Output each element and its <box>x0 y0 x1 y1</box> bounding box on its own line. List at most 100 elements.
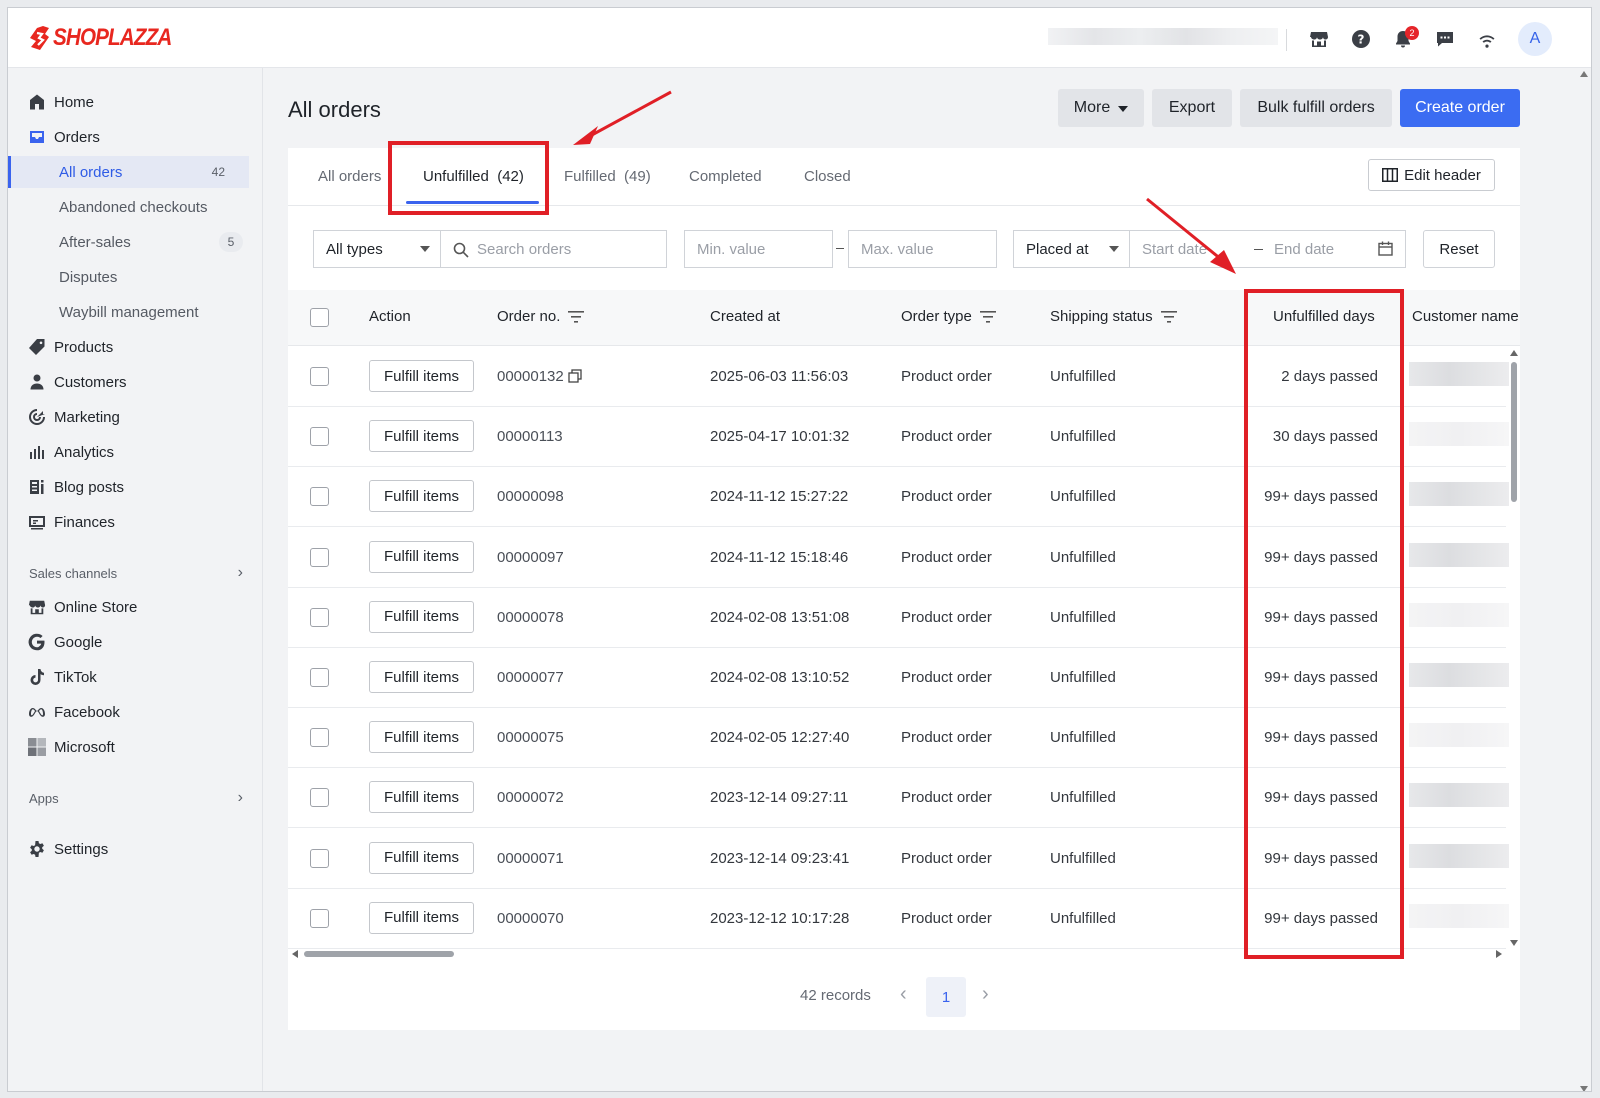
sidebar-item-after-sales[interactable]: After-sales 5 <box>8 226 263 258</box>
fulfill-items-button[interactable]: Fulfill items <box>369 721 474 754</box>
tab-unfulfilled[interactable]: Unfulfilled (42) <box>423 168 524 185</box>
sidebar-item-microsoft[interactable]: Microsoft <box>8 731 263 763</box>
user-icon <box>28 373 46 391</box>
sidebar-item-abandoned-checkouts[interactable]: Abandoned checkouts <box>8 191 263 223</box>
filter-icon[interactable] <box>979 310 996 323</box>
filter-icon[interactable] <box>1160 310 1177 323</box>
reset-button[interactable]: Reset <box>1423 230 1495 268</box>
more-button[interactable]: More <box>1058 89 1144 127</box>
avatar[interactable]: A <box>1518 22 1552 56</box>
scroll-up-arrow-icon[interactable] <box>1580 71 1588 77</box>
tab-fulfilled[interactable]: Fulfilled (49) <box>564 168 651 185</box>
sidebar-item-finances[interactable]: Finances <box>8 506 263 538</box>
column-header-order-type[interactable]: Order type <box>901 308 996 325</box>
bell-icon[interactable]: 2 <box>1382 23 1424 55</box>
row-checkbox[interactable] <box>310 427 329 447</box>
fulfill-items-button[interactable]: Fulfill items <box>369 600 474 633</box>
row-checkbox[interactable] <box>310 728 329 748</box>
scroll-right-arrow-icon[interactable] <box>1496 950 1502 958</box>
fulfill-items-button[interactable]: Fulfill items <box>369 661 474 693</box>
order-number-cell[interactable]: 00000078 <box>497 609 564 626</box>
create-order-button[interactable]: Create order <box>1400 89 1520 127</box>
edit-header-button[interactable]: Edit header <box>1368 159 1495 191</box>
order-number-cell[interactable]: 00000070 <box>497 910 564 927</box>
fulfill-items-button[interactable]: Fulfill items <box>369 781 474 814</box>
sidebar-item-marketing[interactable]: Marketing <box>8 401 263 433</box>
row-checkbox[interactable] <box>310 367 329 386</box>
sidebar-item-products[interactable]: Products <box>8 331 263 363</box>
row-checkbox[interactable] <box>310 668 329 687</box>
search-input[interactable]: Search orders <box>440 230 667 268</box>
export-button[interactable]: Export <box>1152 89 1232 127</box>
fulfill-items-button[interactable]: Fulfill items <box>369 360 474 392</box>
store-icon[interactable] <box>1298 23 1340 55</box>
sidebar-section-apps[interactable]: Apps › <box>29 789 243 807</box>
order-number-cell[interactable]: 00000077 <box>497 669 564 686</box>
scroll-up-arrow-icon[interactable] <box>1510 350 1518 356</box>
page-scrollbar[interactable] <box>1577 68 1591 1091</box>
order-type-select[interactable]: All types <box>313 230 441 268</box>
copy-icon[interactable] <box>568 369 582 383</box>
fulfill-items-button[interactable]: Fulfill items <box>369 540 474 573</box>
scrollbar-thumb[interactable] <box>1511 362 1517 502</box>
fulfill-items-button[interactable]: Fulfill items <box>369 841 474 874</box>
sidebar-item-all-orders[interactable]: All orders 42 <box>8 156 249 188</box>
shoplazza-logo[interactable]: SHOPLAZZA <box>28 24 191 52</box>
fulfill-items-button[interactable]: Fulfill items <box>369 480 474 513</box>
row-checkbox[interactable] <box>310 908 329 928</box>
tab-completed[interactable]: Completed <box>689 168 762 185</box>
sidebar-item-settings[interactable]: Settings <box>8 833 263 865</box>
tab-closed[interactable]: Closed <box>804 168 851 185</box>
order-number-cell[interactable]: 00000071 <box>497 850 564 867</box>
fulfill-items-button[interactable]: Fulfill items <box>369 901 474 934</box>
sidebar-item-blog-posts[interactable]: Blog posts <box>8 471 263 503</box>
tab-all-orders[interactable]: All orders <box>318 168 381 185</box>
wifi-icon[interactable] <box>1466 23 1508 55</box>
chevron-left-icon[interactable]: ‹ <box>900 983 907 1006</box>
order-number-cell[interactable]: 00000132 <box>497 368 582 385</box>
order-number-cell[interactable]: 00000097 <box>497 549 564 566</box>
sidebar-item-tiktok[interactable]: TikTok <box>8 661 263 693</box>
horizontal-scrollbar[interactable] <box>288 948 1506 960</box>
redacted-store-selector[interactable] <box>1048 28 1278 45</box>
sidebar-item-facebook[interactable]: Facebook <box>8 696 263 728</box>
select-all-checkbox[interactable] <box>310 308 329 327</box>
column-header-shipping-status[interactable]: Shipping status <box>1050 308 1177 325</box>
page-button-current[interactable]: 1 <box>926 977 966 1017</box>
date-field-select[interactable]: Placed at <box>1013 230 1130 268</box>
order-number-cell[interactable]: 00000098 <box>497 488 564 505</box>
scroll-down-arrow-icon[interactable] <box>1580 1086 1588 1091</box>
sidebar-item-google[interactable]: Google <box>8 626 263 658</box>
sidebar-item-waybill[interactable]: Waybill management <box>8 296 263 328</box>
scroll-down-arrow-icon[interactable] <box>1510 940 1518 946</box>
help-icon[interactable]: ? <box>1340 23 1382 55</box>
max-value-input[interactable]: Max. value <box>848 230 997 268</box>
sidebar-item-disputes[interactable]: Disputes <box>8 261 263 293</box>
row-checkbox[interactable] <box>310 848 329 868</box>
sidebar-item-home[interactable]: Home <box>8 86 263 118</box>
fulfill-items-button[interactable]: Fulfill items <box>369 420 474 453</box>
sidebar-item-customers[interactable]: Customers <box>8 366 263 398</box>
row-checkbox[interactable] <box>310 607 329 627</box>
order-number-cell[interactable]: 00000113 <box>497 428 563 445</box>
date-range-input[interactable]: Start date End date <box>1129 230 1406 268</box>
sidebar-item-orders[interactable]: Orders <box>8 121 263 153</box>
sidebar-item-analytics[interactable]: Analytics <box>8 436 263 468</box>
scroll-left-arrow-icon[interactable] <box>292 950 298 958</box>
column-header-order-no[interactable]: Order no. <box>497 308 585 325</box>
bulk-fulfill-button[interactable]: Bulk fulfill orders <box>1240 89 1392 127</box>
sidebar-item-online-store[interactable]: Online Store <box>8 591 263 623</box>
row-checkbox[interactable] <box>310 487 329 507</box>
order-number-cell[interactable]: 00000072 <box>497 789 564 806</box>
scrollbar-thumb[interactable] <box>304 951 454 957</box>
chevron-right-icon[interactable]: › <box>982 983 989 1006</box>
sidebar-section-sales-channels[interactable]: Sales channels › <box>29 564 243 582</box>
order-tabs: All orders Unfulfilled (42) Fulfilled (4… <box>288 148 1520 206</box>
order-number-cell[interactable]: 00000075 <box>497 729 564 746</box>
vertical-scrollbar[interactable] <box>1510 350 1518 946</box>
filter-icon[interactable] <box>568 310 585 323</box>
row-checkbox[interactable] <box>310 547 329 567</box>
min-value-input[interactable]: Min. value <box>684 230 833 268</box>
chat-icon[interactable] <box>1424 23 1466 55</box>
row-checkbox[interactable] <box>310 788 329 808</box>
